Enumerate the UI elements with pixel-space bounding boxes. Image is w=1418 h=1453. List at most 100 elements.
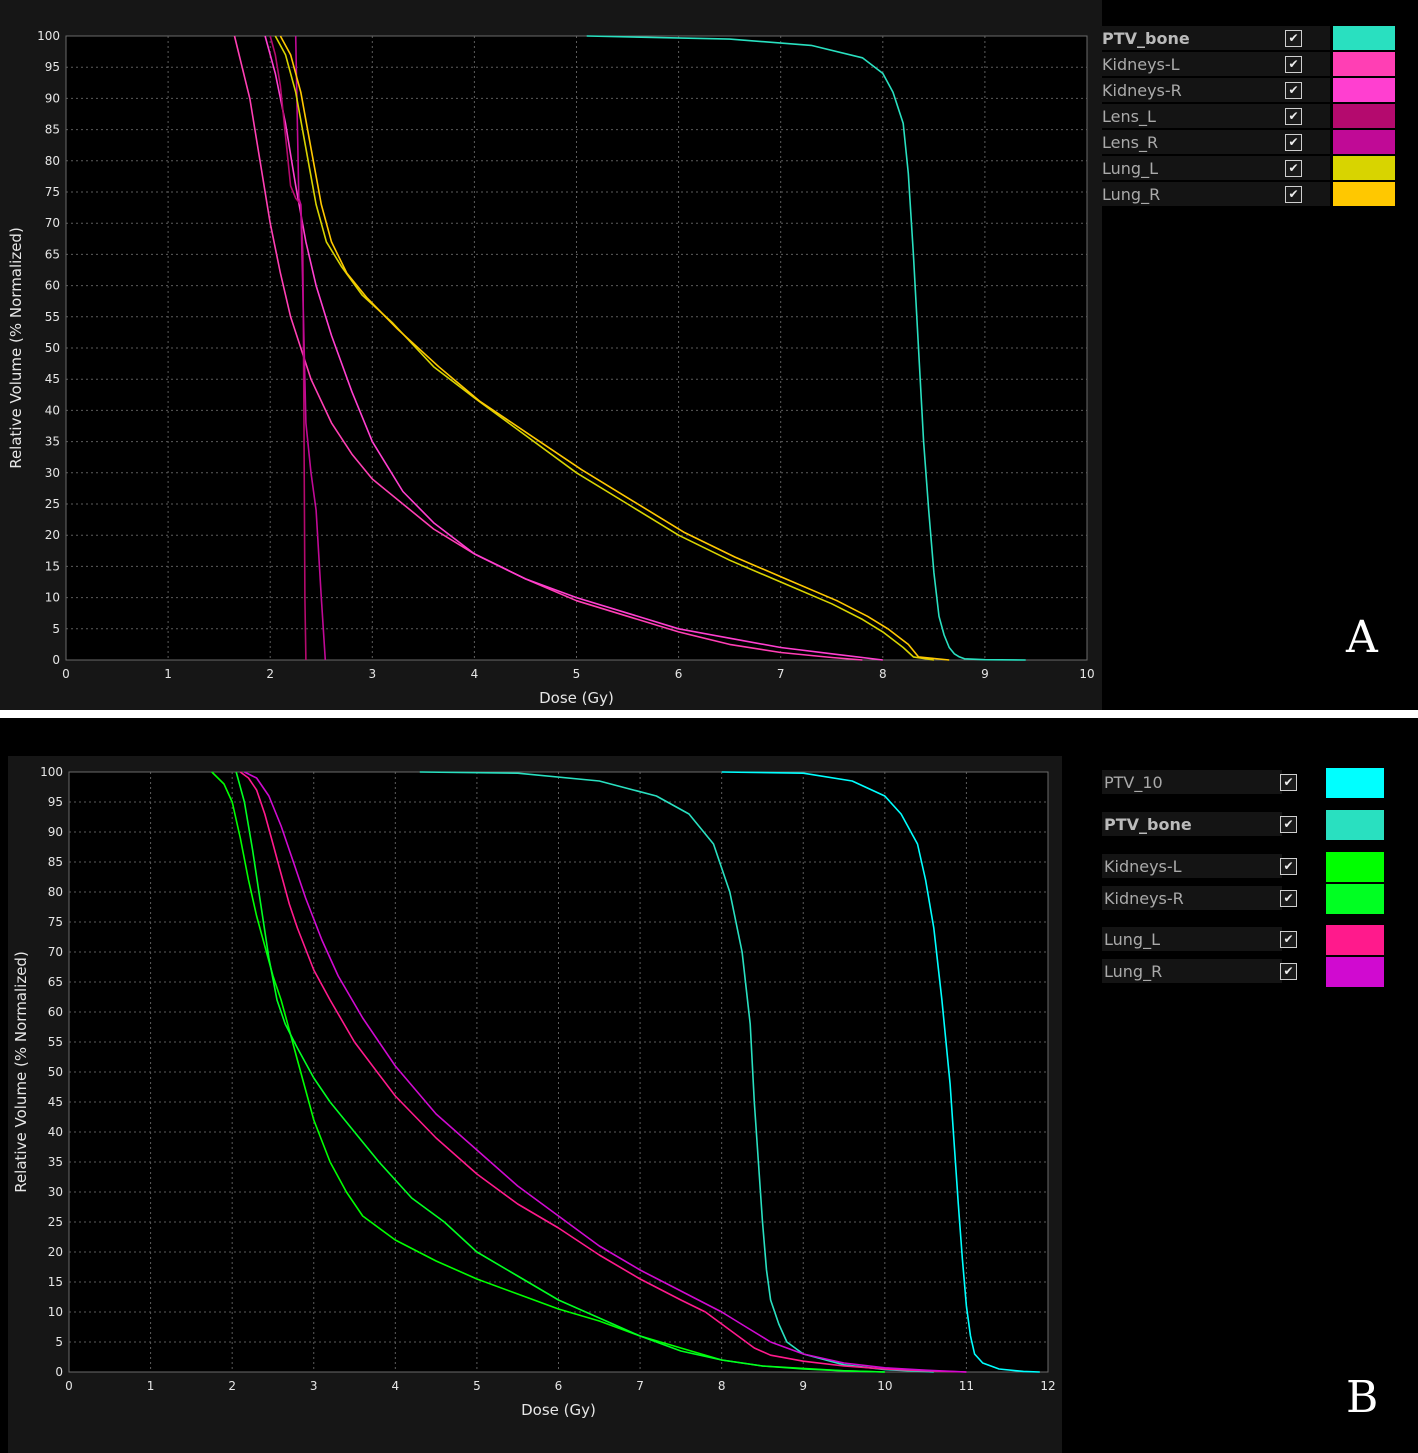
legend-label: Lens_L	[1102, 107, 1156, 126]
visibility-checkbox[interactable]: ✔	[1285, 82, 1302, 99]
visibility-checkbox[interactable]: ✔	[1280, 774, 1297, 791]
x-tick-label: 9	[981, 667, 989, 681]
color-swatch[interactable]	[1326, 957, 1384, 987]
legend-label: Lung_R	[1104, 962, 1163, 981]
color-swatch[interactable]	[1333, 52, 1395, 76]
panel-b: 0 1 2 3 4 5 6 7 8 9 10 11 12 0 5 10 15 20 25 30 35 40 45 50 55 60…	[0, 718, 1418, 1453]
legend-item-lung-l[interactable]: Lung_L ✔	[1102, 925, 1402, 955]
legend-item-lens-l[interactable]: Lens_L ✔	[1100, 104, 1400, 128]
color-swatch[interactable]	[1333, 104, 1395, 128]
y-tick-label: 5	[52, 622, 60, 636]
y-tick-label: 90	[48, 825, 63, 839]
y-tick-label: 25	[45, 497, 60, 511]
legend-item-lung-r[interactable]: Lung_R ✔	[1102, 957, 1402, 987]
y-tick-label: 55	[45, 310, 60, 324]
y-tick-label: 45	[45, 372, 60, 386]
y-tick-label: 75	[48, 915, 63, 929]
y-tick-label: 75	[45, 185, 60, 199]
y-tick-label: 0	[55, 1365, 63, 1379]
x-tick-label: 2	[266, 667, 274, 681]
y-tick-label: 85	[45, 123, 60, 137]
x-tick-label: 4	[471, 667, 479, 681]
legend-b: PTV_10 ✔ PTV_bone ✔ Kidneys-L ✔ Kidneys-R ✔ Lung…	[1102, 766, 1402, 1006]
y-tick-label: 25	[48, 1215, 63, 1229]
visibility-checkbox[interactable]: ✔	[1280, 858, 1297, 875]
visibility-checkbox[interactable]: ✔	[1285, 56, 1302, 73]
visibility-checkbox[interactable]: ✔	[1280, 963, 1297, 980]
color-swatch[interactable]	[1333, 26, 1395, 50]
visibility-checkbox[interactable]: ✔	[1280, 816, 1297, 833]
visibility-checkbox[interactable]: ✔	[1285, 134, 1302, 151]
y-axis-title: Relative Volume (% Normalized)	[7, 227, 25, 469]
color-swatch[interactable]	[1333, 182, 1395, 206]
panel-divider	[0, 710, 1418, 718]
y-tick-label: 40	[48, 1125, 63, 1139]
legend-item-ptv-bone[interactable]: PTV_bone ✔	[1100, 26, 1400, 50]
x-tick-label: 3	[310, 1379, 318, 1393]
x-axis-title: Dose (Gy)	[539, 689, 614, 707]
legend-label: Kidneys-L	[1102, 55, 1180, 74]
x-tick-label: 12	[1040, 1379, 1055, 1393]
x-tick-label: 8	[879, 667, 887, 681]
y-tick-label: 60	[45, 279, 60, 293]
color-swatch[interactable]	[1333, 156, 1395, 180]
legend-item-kidneys-r[interactable]: Kidneys-R ✔	[1102, 884, 1402, 914]
legend-item-lens-r[interactable]: Lens_R ✔	[1100, 130, 1400, 154]
legend-label: Lung_R	[1102, 185, 1161, 204]
legend-item-kidneys-r[interactable]: Kidneys-R ✔	[1100, 78, 1400, 102]
legend-label: PTV_10	[1104, 773, 1163, 792]
y-tick-label: 70	[45, 216, 60, 230]
y-tick-label: 15	[48, 1275, 63, 1289]
color-swatch[interactable]	[1326, 852, 1384, 882]
x-tick-label: 8	[718, 1379, 726, 1393]
x-tick-label: 4	[392, 1379, 400, 1393]
y-tick-label: 65	[48, 975, 63, 989]
color-swatch[interactable]	[1333, 78, 1395, 102]
y-tick-label: 70	[48, 945, 63, 959]
legend-item-lung-l[interactable]: Lung_L ✔	[1100, 156, 1400, 180]
x-tick-label: 6	[555, 1379, 563, 1393]
x-tick-label: 7	[777, 667, 785, 681]
y-tick-label: 80	[45, 154, 60, 168]
y-tick-label: 90	[45, 91, 60, 105]
legend-item-kidneys-l[interactable]: Kidneys-L ✔	[1102, 852, 1402, 882]
panel-a: 0 1 2 3 4 5 6 7 8 9 10 0 5 10 15 20 25 30 35 40 45 50 55 60 65 70…	[0, 0, 1418, 710]
y-tick-label: 65	[45, 247, 60, 261]
y-tick-label: 50	[48, 1065, 63, 1079]
legend-item-lung-r[interactable]: Lung_R ✔	[1100, 182, 1400, 206]
y-tick-label: 5	[55, 1335, 63, 1349]
y-tick-label: 50	[45, 341, 60, 355]
y-tick-label: 45	[48, 1095, 63, 1109]
y-tick-label: 30	[45, 466, 60, 480]
visibility-checkbox[interactable]: ✔	[1285, 30, 1302, 47]
panel-letter-a: A	[1346, 612, 1378, 663]
color-swatch[interactable]	[1326, 810, 1384, 840]
y-tick-label: 85	[48, 855, 63, 869]
visibility-checkbox[interactable]: ✔	[1280, 931, 1297, 948]
visibility-checkbox[interactable]: ✔	[1285, 108, 1302, 125]
color-swatch[interactable]	[1333, 130, 1395, 154]
legend-item-ptv-bone[interactable]: PTV_bone ✔	[1102, 810, 1402, 840]
y-tick-label: 30	[48, 1185, 63, 1199]
color-swatch[interactable]	[1326, 768, 1384, 798]
legend-item-ptv-10[interactable]: PTV_10 ✔	[1102, 768, 1402, 798]
y-tick-label: 0	[52, 653, 60, 667]
y-tick-label: 10	[45, 591, 60, 605]
visibility-checkbox[interactable]: ✔	[1285, 160, 1302, 177]
panel-letter-b: B	[1346, 1372, 1379, 1423]
x-tick-label: 3	[368, 667, 376, 681]
color-swatch[interactable]	[1326, 884, 1384, 914]
x-tick-label: 5	[473, 1379, 481, 1393]
legend-label: PTV_bone	[1104, 815, 1192, 834]
y-axis-title: Relative Volume (% Normalized)	[12, 951, 30, 1193]
legend-a: PTV_bone ✔ Kidneys-L ✔ Kidneys-R ✔ Lens_L ✔ Lens…	[1100, 26, 1400, 216]
y-tick-label: 20	[48, 1245, 63, 1259]
visibility-checkbox[interactable]: ✔	[1280, 890, 1297, 907]
legend-item-kidneys-l[interactable]: Kidneys-L ✔	[1100, 52, 1400, 76]
legend-label: Lung_L	[1104, 930, 1160, 949]
x-tick-label: 11	[959, 1379, 974, 1393]
visibility-checkbox[interactable]: ✔	[1285, 186, 1302, 203]
x-tick-label: 2	[228, 1379, 236, 1393]
color-swatch[interactable]	[1326, 925, 1384, 955]
x-tick-label: 9	[799, 1379, 807, 1393]
